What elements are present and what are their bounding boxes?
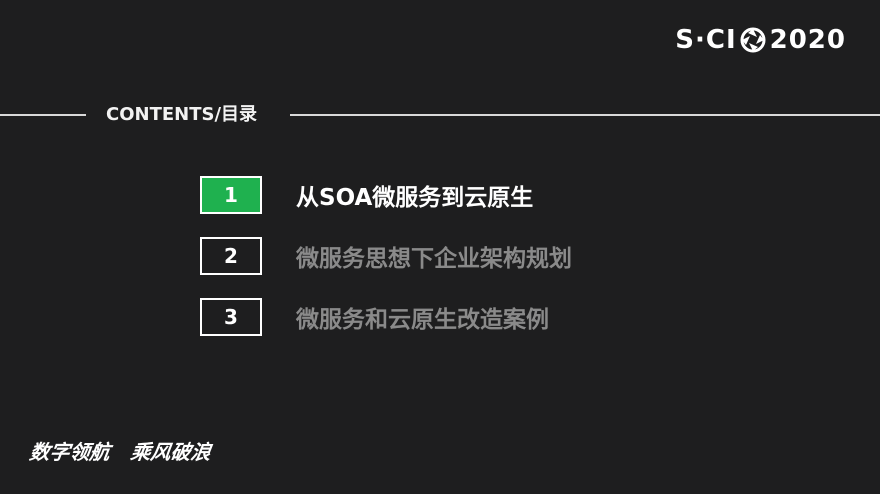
event-logo: S·CI 2020 [675, 24, 846, 56]
menu-item-1[interactable]: 1 从SOA微服务到云原生 [200, 174, 572, 216]
menu-item-2[interactable]: 2 微服务思想下企业架构规划 [200, 235, 572, 277]
contents-menu: 1 从SOA微服务到云原生 2 微服务思想下企业架构规划 3 微服务和云原生改造… [200, 174, 572, 357]
menu-item-3[interactable]: 3 微服务和云原生改造案例 [200, 296, 572, 338]
slogan: 数字领航 乘风破浪 [28, 436, 213, 465]
header-rule-right [290, 114, 880, 116]
menu-item-number: 3 [224, 305, 238, 329]
slogan-part-1: 数字领航 [28, 440, 112, 464]
menu-item-number-box: 1 [200, 176, 262, 214]
logo-prefix: S·CI [675, 25, 737, 55]
menu-item-label: 微服务和云原生改造案例 [296, 307, 549, 333]
aperture-icon [740, 27, 766, 53]
menu-item-number-box: 3 [200, 298, 262, 336]
slogan-part-2: 乘风破浪 [129, 440, 213, 464]
menu-item-number: 1 [224, 183, 238, 207]
menu-item-number-box: 2 [200, 237, 262, 275]
menu-item-label: 从SOA微服务到云原生 [296, 185, 534, 211]
logo-year: 2020 [769, 25, 846, 55]
menu-item-label: 微服务思想下企业架构规划 [296, 246, 572, 272]
contents-title: CONTENTS/目录 [106, 104, 258, 125]
menu-item-number: 2 [224, 244, 238, 268]
contents-header: CONTENTS/目录 [0, 100, 880, 130]
header-rule-left [0, 114, 86, 116]
